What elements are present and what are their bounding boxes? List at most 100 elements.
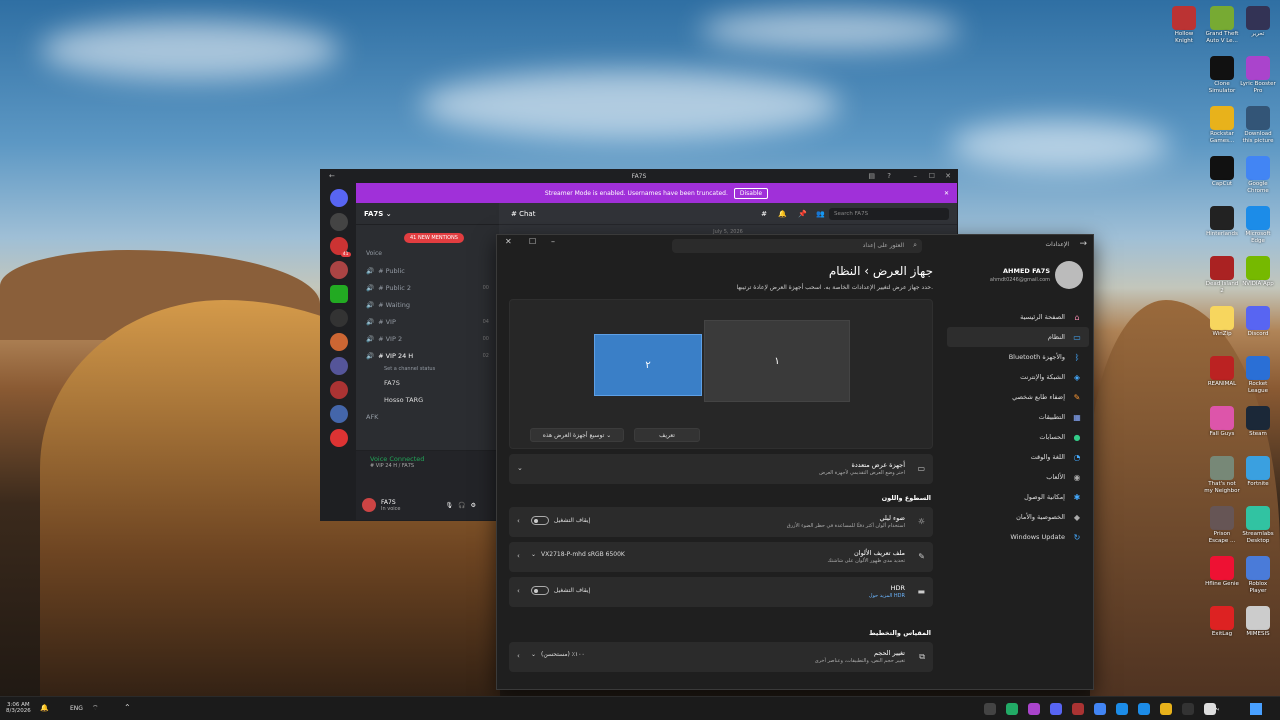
- desktop-icon[interactable]: Fortnite: [1240, 456, 1276, 488]
- taskbar-app-icon[interactable]: [1182, 703, 1194, 715]
- nav-item[interactable]: النظام ▭: [947, 327, 1089, 347]
- maximize-icon[interactable]: ☐: [529, 237, 536, 246]
- server-icon[interactable]: [329, 309, 348, 327]
- voice-member[interactable]: Hosso TARG: [356, 391, 499, 408]
- desktop-icon[interactable]: WinZip: [1204, 306, 1240, 338]
- nav-item[interactable]: التطبيقات ▦: [947, 407, 1089, 427]
- nav-item[interactable]: Windows Update ↻: [947, 527, 1089, 547]
- desktop-icon[interactable]: Download this picture: [1240, 106, 1276, 145]
- voice-channel[interactable]: 🔊 # VIP 24 H 02: [356, 347, 499, 364]
- server-icon[interactable]: [329, 357, 348, 375]
- desktop-icon[interactable]: That's not my Neighbor: [1204, 456, 1240, 495]
- server-icon[interactable]: [329, 261, 348, 279]
- multiple-displays-row[interactable]: أجهزة عرض متعددة اختر وضع العرض التقديمي…: [509, 454, 933, 484]
- chevron-down-icon[interactable]: ⌄: [517, 464, 523, 472]
- server-icon[interactable]: [329, 213, 348, 231]
- headphones-icon[interactable]: 🎧: [458, 502, 465, 509]
- chevron-left-icon[interactable]: ‹: [517, 652, 520, 660]
- desktop-icon[interactable]: Rockstar Games...: [1204, 106, 1240, 145]
- nav-item[interactable]: إضفاء طابع شخصي ✎: [947, 387, 1089, 407]
- voice-connected-label[interactable]: Voice Connected: [356, 451, 499, 463]
- maximize-icon[interactable]: ☐: [929, 172, 935, 180]
- desktop-icon[interactable]: Lyric Booster Pro: [1240, 56, 1276, 95]
- desktop-icon[interactable]: Rocket League: [1240, 356, 1276, 395]
- monitor-2[interactable]: ٢: [594, 334, 702, 396]
- server-icon[interactable]: [329, 381, 348, 399]
- desktop-icon[interactable]: Roblox Player: [1240, 556, 1276, 595]
- wifi-icon[interactable]: ⌔: [92, 704, 99, 713]
- scale-dropdown[interactable]: ⌄ ١٠٠٪ (مستحسن): [531, 651, 585, 658]
- nav-item[interactable]: إمكانية الوصول ✱: [947, 487, 1089, 507]
- extend-displays-dropdown[interactable]: توسيع أجهزة العرض هذه ⌄: [530, 428, 624, 442]
- nav-item[interactable]: اللغة والوقت ◔: [947, 447, 1089, 467]
- avatar[interactable]: [1055, 261, 1083, 289]
- desktop-icon[interactable]: Streamlabs Desktop: [1240, 506, 1276, 545]
- taskbar-app-icon[interactable]: [1116, 703, 1128, 715]
- chevron-up-icon[interactable]: ⌃: [124, 703, 131, 712]
- server-icon[interactable]: [329, 429, 348, 447]
- nav-item[interactable]: الألعاب ◉: [947, 467, 1089, 487]
- nav-item[interactable]: الصفحة الرئيسية ⌂: [947, 307, 1089, 327]
- nav-item[interactable]: الحسابات ●: [947, 427, 1089, 447]
- desktop-icon[interactable]: Clone Simulator: [1204, 56, 1240, 95]
- server-icon[interactable]: [329, 405, 348, 423]
- monitor-1[interactable]: ١: [704, 320, 850, 402]
- chevron-left-icon[interactable]: ‹: [517, 587, 520, 595]
- voice-channel[interactable]: 🔊 # Public: [356, 262, 499, 279]
- taskbar-app-icon[interactable]: [1160, 703, 1172, 715]
- desktop-icon[interactable]: CapCut: [1204, 156, 1240, 188]
- nav-item[interactable]: الشبكة والإنترنت ◈: [947, 367, 1089, 387]
- windows-start-icon[interactable]: [1250, 703, 1262, 715]
- voice-channel[interactable]: 🔊 # VIP 04: [356, 313, 499, 330]
- desktop-icon[interactable]: Hinterlands: [1204, 206, 1240, 238]
- voice-category[interactable]: Voice: [356, 245, 499, 262]
- taskbar-app-icon[interactable]: [1072, 703, 1084, 715]
- disable-streamer-button[interactable]: Disable: [733, 187, 769, 199]
- desktop-icon[interactable]: Steam: [1240, 406, 1276, 438]
- avatar[interactable]: [362, 498, 376, 512]
- nav-item[interactable]: Bluetooth والأجهزة ᛒ: [947, 347, 1089, 367]
- language-indicator[interactable]: ENG: [70, 705, 83, 712]
- desktop-icon[interactable]: Prison Escape ...: [1204, 506, 1240, 545]
- hdr-toggle[interactable]: [531, 586, 549, 595]
- afk-channel[interactable]: AFK: [356, 408, 499, 425]
- desktop-icon[interactable]: Hollow Knight: [1166, 6, 1202, 45]
- desktop-icon[interactable]: Google Chrome: [1240, 156, 1276, 195]
- back-arrow-icon[interactable]: →: [1079, 239, 1087, 249]
- server-icon[interactable]: [329, 285, 348, 303]
- discord-search-input[interactable]: Search FA7S: [829, 208, 949, 220]
- members-icon[interactable]: 👥: [816, 210, 825, 218]
- threads-icon[interactable]: #: [761, 210, 767, 218]
- discord-home-icon[interactable]: [329, 189, 348, 207]
- desktop-icon[interactable]: Microsoft Edge: [1240, 206, 1276, 245]
- taskbar-search[interactable]: بحث: [1208, 705, 1219, 712]
- voice-channel[interactable]: 🔊 # Waiting: [356, 296, 499, 313]
- desktop-icon[interactable]: MIMESIS: [1240, 606, 1276, 638]
- night-light-row[interactable]: ضوء ليلي استخدام ألوان أكثر دفئًا للمساع…: [509, 507, 933, 537]
- settings-window[interactable]: ✕ ☐ – العثور على إعداد ⌕ الإعدادات → AHME…: [496, 234, 1094, 690]
- inbox-icon[interactable]: ▤: [868, 172, 875, 180]
- color-profile-row[interactable]: ملف تعريف الألوان تحديد مدى ظهور الألوان…: [509, 542, 933, 572]
- breadcrumb-parent[interactable]: النظام: [829, 264, 861, 278]
- color-profile-dropdown[interactable]: ⌄ VX2718-P-mhd sRGB 6500K: [531, 551, 625, 558]
- identify-button[interactable]: تعريف: [634, 428, 700, 442]
- clock[interactable]: 3:06 AM 8/3/2026: [6, 702, 31, 714]
- help-icon[interactable]: ?: [887, 172, 891, 180]
- desktop-icon[interactable]: Discord: [1240, 306, 1276, 338]
- notification-icon[interactable]: 🔔: [40, 704, 49, 712]
- chevron-left-icon[interactable]: ‹: [517, 552, 520, 560]
- server-icon[interactable]: 41: [329, 237, 351, 257]
- voice-channel[interactable]: 🔊 # Public 2 00: [356, 279, 499, 296]
- hdr-row[interactable]: HDR المزيد حول HDR ▬ ‹ إيقاف التشغيل: [509, 577, 933, 607]
- hdr-link[interactable]: المزيد حول HDR: [869, 593, 905, 599]
- nav-item[interactable]: الخصوصية والأمان ◆: [947, 507, 1089, 527]
- mic-icon[interactable]: 🎙: [445, 502, 453, 509]
- minimize-icon[interactable]: –: [551, 237, 555, 246]
- taskbar-app-icon[interactable]: [1050, 703, 1062, 715]
- user-profile[interactable]: AHMED FA7S ahmdt0246@gmail.com: [943, 257, 1093, 299]
- settings-search-input[interactable]: العثور على إعداد ⌕: [672, 239, 922, 253]
- channel-status[interactable]: Set a channel status: [356, 364, 499, 374]
- pin-icon[interactable]: 📌: [798, 210, 807, 218]
- taskbar-app-icon[interactable]: [984, 703, 996, 715]
- new-mentions-pill[interactable]: 41 NEW MENTIONS: [404, 233, 464, 243]
